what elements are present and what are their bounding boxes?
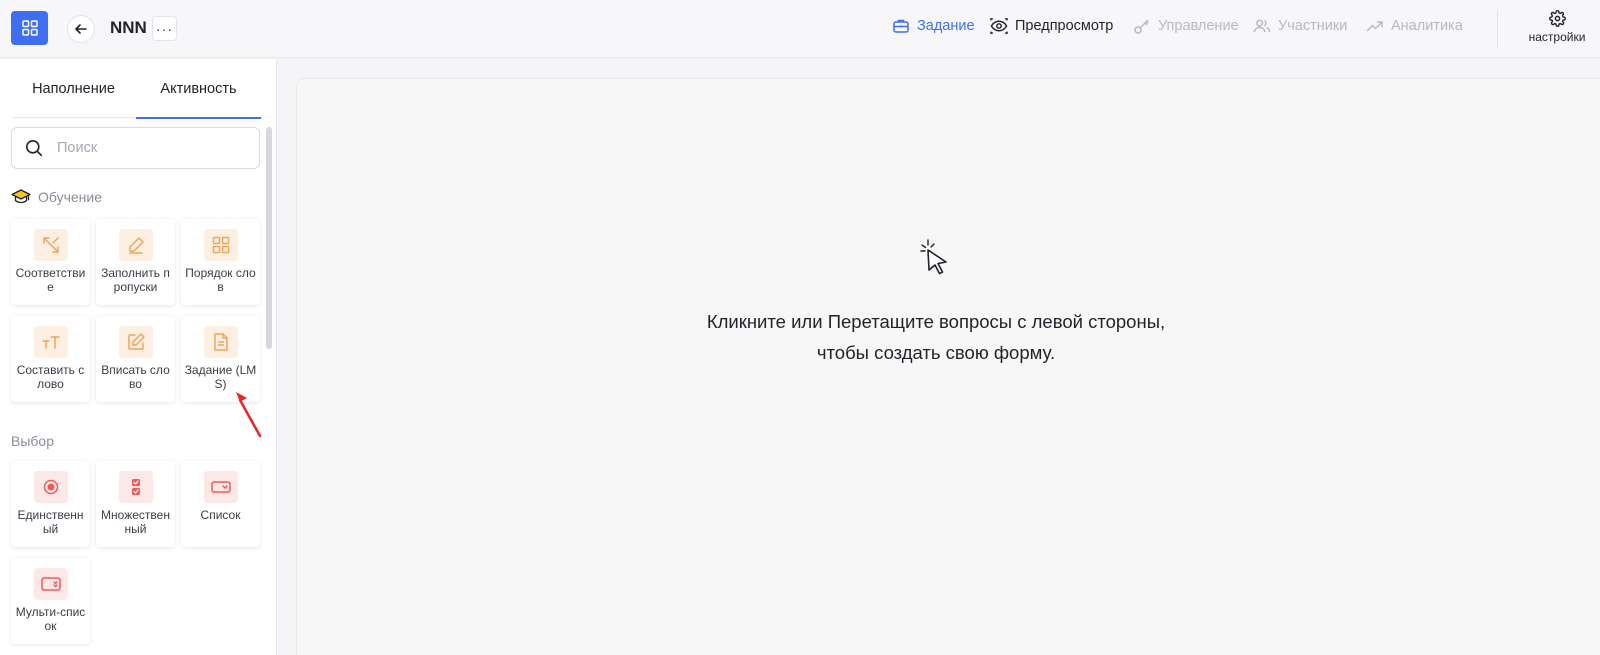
canvas-empty-hint: Кликните или Перетащите вопросы с левой … [636,306,1236,368]
top-bar: NNN ··· Задание Предпросмотр Управление … [0,0,1600,58]
search-input[interactable] [57,140,237,156]
radio-icon [43,479,58,495]
cursor-click-icon [920,239,947,275]
key-icon [1133,17,1151,35]
activity-matching[interactable]: Соответствие [11,219,90,305]
activity-multi-list[interactable]: Мульти-список [11,558,90,644]
nav-tab-label: Участники [1278,18,1348,34]
sidebar: Наполнение Активность Обучение Соответст… [0,59,277,655]
grid-icon [212,236,229,254]
activity-label: Заполнить пропуски [101,266,170,294]
tab-content[interactable]: Наполнение [11,59,136,118]
header-divider [1497,10,1498,48]
activity-label: Список [200,508,241,522]
icon-box [118,326,153,358]
nav-tab-preview[interactable]: Предпросмотр [990,17,1113,35]
activity-multiple-choice[interactable]: Множественный [96,461,175,547]
nav-tab-label: Управление [1158,18,1239,34]
activity-fill-gaps[interactable]: Заполнить пропуски [96,219,175,305]
multi-dropdown-icon [40,577,61,591]
hint-line-1: Кликните или Перетащите вопросы с левой … [706,311,1166,332]
nav-tab-label: Задание [917,18,975,34]
eye-icon [990,17,1008,35]
nav-tab-analytics: Аналитика [1366,17,1463,35]
arrows-diagonal-icon [42,237,59,253]
activity-label: Единственный [17,508,84,536]
section-title-text: Обучение [38,189,103,205]
text-size-icon [41,336,60,349]
icon-box [33,326,68,358]
annotation-arrow-icon [236,392,262,438]
icon-box [33,471,68,503]
section-title-text: Выбор [11,433,54,449]
briefcase-icon [892,17,910,35]
icon-box [118,229,153,261]
icon-box [33,229,68,261]
activity-label: Вписать слово [101,363,170,391]
settings-button[interactable]: настройки [1514,10,1600,50]
more-options-button[interactable]: ··· [152,16,177,41]
back-button[interactable] [67,15,95,43]
search-box [11,127,260,169]
activity-list[interactable]: Список [181,461,260,547]
scrollbar-thumb[interactable] [266,127,272,349]
nav-tab-management: Управление [1133,17,1239,35]
nav-tab-task[interactable]: Задание [892,17,975,35]
icon-box [203,229,238,261]
settings-label: настройки [1528,30,1586,44]
activity-compose-word[interactable]: Составить слово [11,316,90,402]
document-icon [213,333,228,351]
hint-line-2: чтобы создать свою форму. [816,342,1056,363]
search-icon [26,140,43,157]
graduation-cap-icon [11,189,31,204]
activity-label: Составить слово [16,363,85,391]
dropdown-icon [210,481,231,493]
activity-word-order[interactable]: Порядок слов [181,219,260,305]
checkbox-list-icon [131,479,140,495]
trend-up-icon [1366,17,1384,35]
activity-label: Порядок слов [185,266,256,294]
arrow-left-icon [75,24,87,34]
icon-box [33,568,68,600]
icon-box [203,471,238,503]
section-title-learning: Обучение [11,188,102,206]
apps-button[interactable] [11,11,48,45]
pencil-icon [128,237,144,254]
nav-tab-participants: Участники [1253,17,1347,35]
sidebar-tabs: Наполнение Активность [11,59,262,119]
tab-activity[interactable]: Активность [136,59,261,119]
gear-icon [1548,10,1566,27]
icon-box [203,326,238,358]
users-icon [1253,17,1271,35]
icon-box [118,471,153,503]
activity-label: Мульти-список [15,605,86,633]
nav-tab-label: Аналитика [1391,18,1463,34]
app-title: NNN [110,18,147,37]
activity-single-choice[interactable]: Единственный [11,461,90,547]
edit-square-icon [127,333,145,350]
activity-label: Множественный [101,508,170,536]
section-title-choice: Выбор [11,433,54,449]
nav-tab-label: Предпросмотр [1015,18,1114,34]
activity-label: Соответствие [15,266,86,294]
apps-grid-icon [21,20,38,36]
activity-type-word[interactable]: Вписать слово [96,316,175,402]
